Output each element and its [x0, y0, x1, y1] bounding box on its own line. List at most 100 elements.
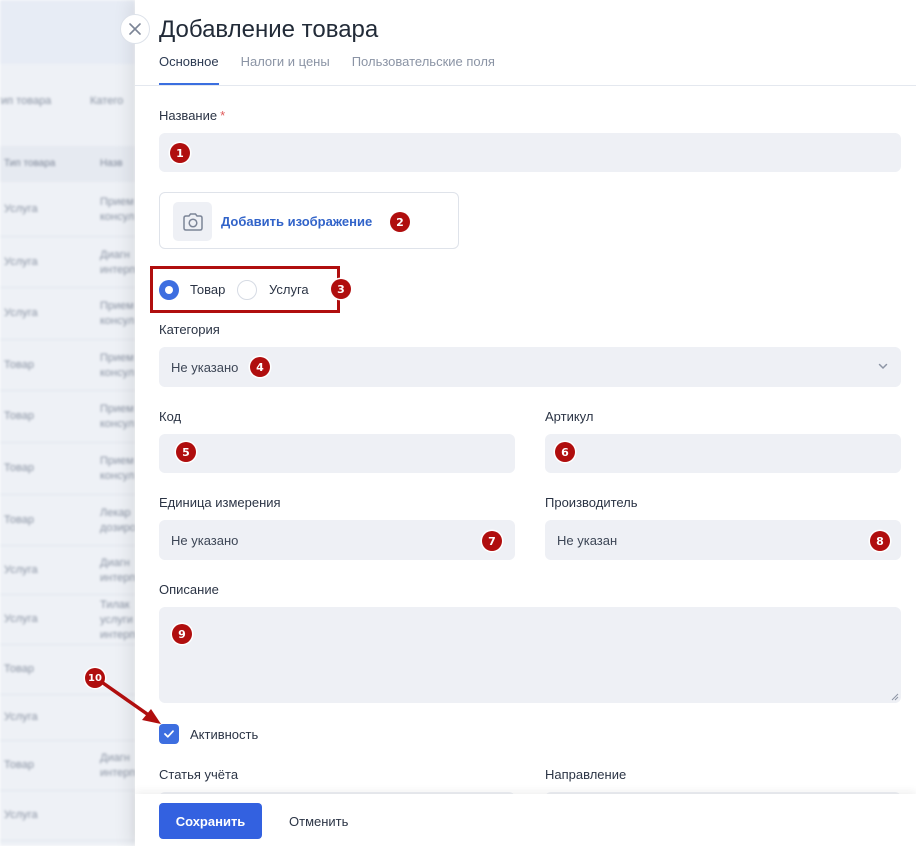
account-label: Статья учёта	[159, 767, 239, 782]
annotation-badge-1: 1	[170, 143, 190, 163]
background-row-name: Прием консульт	[100, 402, 135, 432]
name-label: Название *	[159, 108, 225, 123]
active-checkbox[interactable]	[159, 724, 179, 744]
background-row-type: Услуга	[4, 563, 38, 576]
background-row-type: Услуга	[4, 255, 38, 268]
background-row-name-line: Прием	[100, 455, 134, 467]
unit-label: Единица измерения	[159, 495, 281, 510]
footer: Сохранить Отменить	[135, 794, 916, 846]
required-mark: *	[220, 108, 226, 123]
background-row-name: Прием консульт	[100, 299, 135, 329]
manufacturer-label: Производитель	[545, 495, 638, 510]
background-row-type: Товар	[4, 410, 34, 422]
annotation-badge-6: 6	[555, 442, 575, 462]
background-row-type: Товар	[4, 513, 34, 526]
background-row-type: Услуга	[4, 202, 38, 215]
background-table-row: Товар Диагн интерпр	[0, 741, 135, 791]
page-title: Добавление товара	[159, 16, 379, 43]
background-row-name-line: консульт	[100, 418, 135, 430]
background-row-name-line: услуги	[100, 613, 133, 626]
background-header-cell: Назв	[100, 158, 123, 169]
name-label-text: Название	[159, 108, 218, 123]
background-row-type: Товар	[4, 759, 34, 771]
background-table-row: Товар Прием консульт	[0, 443, 135, 495]
tab-main[interactable]: Основное	[159, 54, 219, 85]
article-label: Артикул	[545, 409, 594, 424]
background-row-type: Товар	[4, 462, 34, 474]
background-toolbar-item: Катего	[90, 95, 124, 107]
background-row-name: Лекар дозиро	[100, 506, 135, 536]
background-row-type: Услуга	[4, 613, 38, 625]
annotation-badge-3: 3	[331, 279, 351, 299]
direction-label: Направление	[545, 767, 627, 782]
background-row-name: Прием консульт	[100, 195, 135, 225]
manufacturer-value: Не указан	[557, 532, 618, 548]
radio-service[interactable]	[237, 280, 257, 300]
background-row-name-line: консульт	[100, 470, 135, 482]
tab-custom-fields[interactable]: Пользовательские поля	[352, 54, 495, 85]
unit-value: Не указано	[171, 532, 239, 548]
chevron-down-icon	[878, 363, 888, 370]
annotation-badge-9: 9	[172, 624, 192, 644]
background-row-name-line: дозиро	[100, 521, 135, 534]
background-table-row: Услуга Диагн интерпр	[0, 237, 135, 288]
background-toolbar-item: тип товара	[0, 95, 52, 107]
background-row-name-line: Лекар	[100, 506, 131, 519]
background-row-name: Диагн интерпр	[100, 556, 135, 586]
description-label: Описание	[159, 582, 219, 597]
annotation-badge-7: 7	[482, 531, 502, 551]
active-label: Активность	[190, 727, 259, 742]
background-table-row: Услуга Тилак услуги интерпр	[0, 595, 135, 645]
background-row-name: Диагн интерпр	[100, 751, 135, 781]
background-table-row: Товар Прием консульт	[0, 391, 135, 443]
resize-handle-icon[interactable]	[890, 692, 899, 701]
camera-icon	[182, 212, 203, 231]
background-row-type: Услуга	[4, 307, 38, 319]
checkmark-icon	[164, 730, 174, 738]
background-table-row: Услуга	[0, 695, 135, 741]
background-row-name: Прием консульт	[100, 454, 135, 484]
background-row-name-line: интерпр	[100, 628, 135, 641]
radio-product-label: Товар	[190, 282, 226, 297]
annotation-badge-5: 5	[176, 442, 196, 462]
background-row-name-line: интерпр	[100, 571, 135, 584]
article-input[interactable]	[545, 434, 901, 473]
background-row-name-line: Диагн	[100, 556, 130, 569]
unit-select[interactable]: Не указано	[159, 520, 515, 560]
annotation-badge-8: 8	[870, 531, 890, 551]
background-table-row: Товар Прием консульт	[0, 340, 135, 391]
background-row-name: Диагн интерпр	[100, 248, 135, 278]
code-input[interactable]	[159, 434, 515, 473]
background-table-row: Услуга Прием консульт	[0, 288, 135, 340]
save-button[interactable]: Сохранить	[159, 803, 262, 839]
background-table-row: Товар Лекар дозиро	[0, 495, 135, 546]
add-image-box[interactable]: Добавить изображение	[159, 192, 459, 249]
background-row-name: Тилак услуги интерпр	[100, 598, 135, 643]
background-row-name-line: Диагн	[100, 248, 130, 261]
background-header-cell: Тип товара	[4, 158, 56, 169]
add-image-link[interactable]: Добавить изображение	[221, 214, 372, 229]
background-row-type: Товар	[4, 663, 34, 675]
tab-taxes-prices[interactable]: Налоги и цены	[241, 54, 330, 85]
background-row-name-line: Прием	[100, 403, 134, 415]
cancel-button[interactable]: Отменить	[289, 814, 348, 829]
annotation-badge-4: 4	[250, 357, 270, 377]
name-input[interactable]	[159, 133, 901, 172]
tabs: Основное Налоги и цены Пользовательские …	[159, 54, 495, 85]
background-row-name: Прием консульт	[100, 351, 135, 381]
code-label: Код	[159, 409, 182, 424]
category-select[interactable]: Не указано	[159, 347, 901, 387]
annotation-badge-10: 10	[85, 668, 105, 688]
background-row-name-line: консульт	[100, 210, 135, 223]
background-table-row: Услуга Прием консульт	[0, 182, 135, 237]
close-button[interactable]	[120, 14, 150, 44]
manufacturer-select[interactable]: Не указан	[545, 520, 901, 560]
add-product-panel: Добавление товара Основное Налоги и цены…	[135, 0, 916, 846]
description-textarea[interactable]	[159, 607, 901, 703]
background-row-name-line: консульт	[100, 315, 135, 327]
annotation-badge-2: 2	[390, 212, 410, 232]
background-table-row: Товар	[0, 645, 135, 695]
radio-product[interactable]	[159, 280, 179, 300]
background-row-name-line: Тилак	[100, 598, 130, 611]
background-row-type: Услуга	[4, 711, 38, 723]
